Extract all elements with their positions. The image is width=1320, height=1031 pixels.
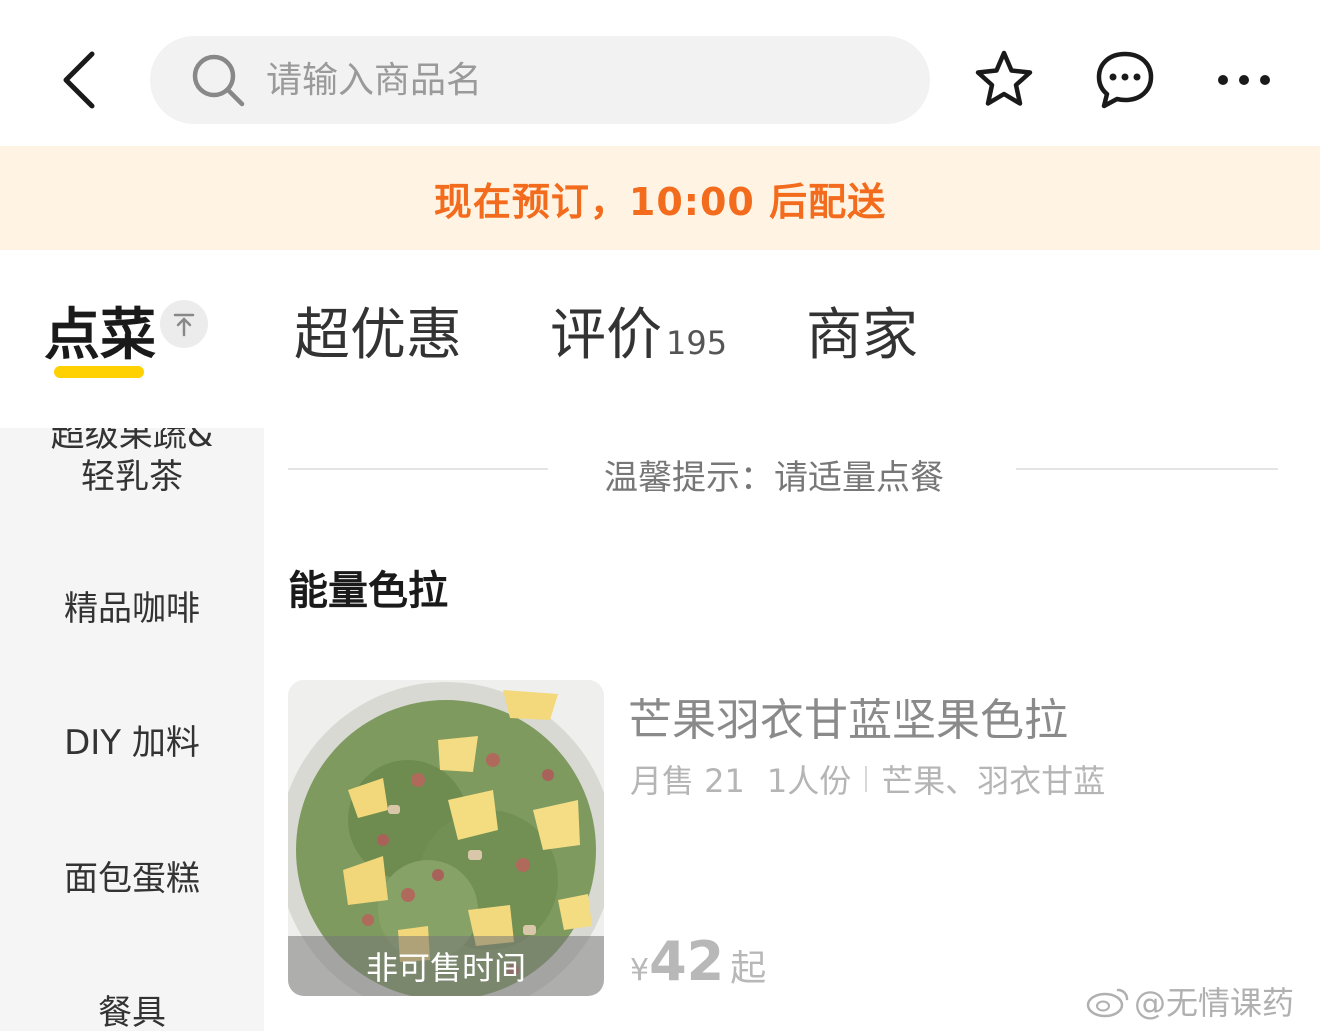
tab-discounts-label: 超优惠: [294, 303, 462, 368]
portion-size: 1人份: [766, 762, 852, 800]
meta-separator: [865, 766, 868, 792]
tab-merchant-label: 商家: [806, 303, 918, 368]
divider-left: [288, 468, 548, 470]
pin-to-top-button[interactable]: [160, 300, 208, 348]
tab-bar: 点菜 超优惠 评价 195 商家: [0, 250, 1320, 428]
product-list[interactable]: 温馨提示：请适量点餐 能量色拉 非可售时间 芒果羽衣甘蓝坚果色拉 月售 21 1…: [264, 428, 1320, 1031]
currency-symbol: ¥: [630, 953, 650, 988]
favorite-button[interactable]: [968, 44, 1040, 116]
product-price: ¥42 起: [630, 930, 766, 993]
watermark: @无情课药: [1086, 978, 1294, 1024]
tab-order-label: 点菜: [44, 303, 156, 368]
watermark-text: @无情课药: [1134, 984, 1295, 1022]
chat-bubble-icon: [1096, 51, 1154, 109]
category-bread-cake[interactable]: 面包蛋糕: [0, 858, 264, 900]
ordering-tip: 温馨提示：请适量点餐: [604, 458, 944, 498]
unavailable-time-label: 非可售时间: [288, 936, 604, 996]
back-arrow-icon: [63, 51, 95, 109]
message-button[interactable]: [1089, 44, 1161, 116]
monthly-sales: 月售 21: [630, 762, 745, 800]
pin-to-top-icon: [173, 313, 195, 337]
more-button[interactable]: [1208, 44, 1280, 116]
search-input[interactable]: [264, 58, 864, 102]
review-count: 195: [666, 324, 728, 362]
search-icon: [192, 54, 245, 107]
tab-reviews[interactable]: 评价 195: [550, 290, 727, 371]
section-title: 能量色拉: [288, 568, 448, 614]
active-tab-indicator: [54, 366, 144, 378]
category-diy-toppings[interactable]: DIY 加料: [0, 722, 264, 764]
top-bar: [0, 0, 1320, 146]
delivery-notice-text: 现在预订，10:00 后配送: [433, 179, 887, 224]
category-tableware[interactable]: 餐具: [0, 992, 264, 1031]
delivery-notice-banner: 现在预订，10:00 后配送: [0, 146, 1320, 250]
category-sidebar[interactable]: 超级果蔬& 轻乳茶 精品咖啡 DIY 加料 面包蛋糕 餐具: [0, 428, 264, 1031]
price-value: 42: [649, 930, 725, 993]
search-bar[interactable]: [150, 36, 930, 124]
product-name[interactable]: 芒果羽衣甘蓝坚果色拉: [628, 684, 1068, 748]
product-image[interactable]: 非可售时间: [288, 680, 604, 996]
price-suffix: 起: [730, 948, 767, 989]
category-label: 餐具: [98, 993, 166, 1031]
ingredients: 芒果、羽衣甘蓝: [881, 762, 1106, 800]
category-label-line1: 超级果蔬&: [50, 428, 214, 455]
tab-order[interactable]: 点菜: [44, 290, 156, 371]
category-fruit-veg-milk-tea[interactable]: 超级果蔬& 轻乳茶: [0, 428, 264, 498]
weibo-logo-icon: [1086, 988, 1129, 1018]
category-label-line2: 轻乳茶: [81, 457, 183, 497]
tab-reviews-label: 评价: [550, 303, 662, 368]
more-dots-icon: [1218, 75, 1270, 85]
star-icon: [975, 50, 1033, 106]
back-button[interactable]: [38, 40, 118, 120]
tab-discounts[interactable]: 超优惠: [294, 290, 462, 371]
category-label: 面包蛋糕: [64, 859, 200, 899]
category-coffee[interactable]: 精品咖啡: [0, 588, 264, 630]
product-meta: 月售 21 1人份 芒果、羽衣甘蓝: [630, 756, 1105, 802]
tab-merchant[interactable]: 商家: [806, 290, 918, 371]
divider-right: [1016, 468, 1278, 470]
category-label: 精品咖啡: [64, 589, 200, 629]
category-label: DIY 加料: [64, 723, 200, 763]
